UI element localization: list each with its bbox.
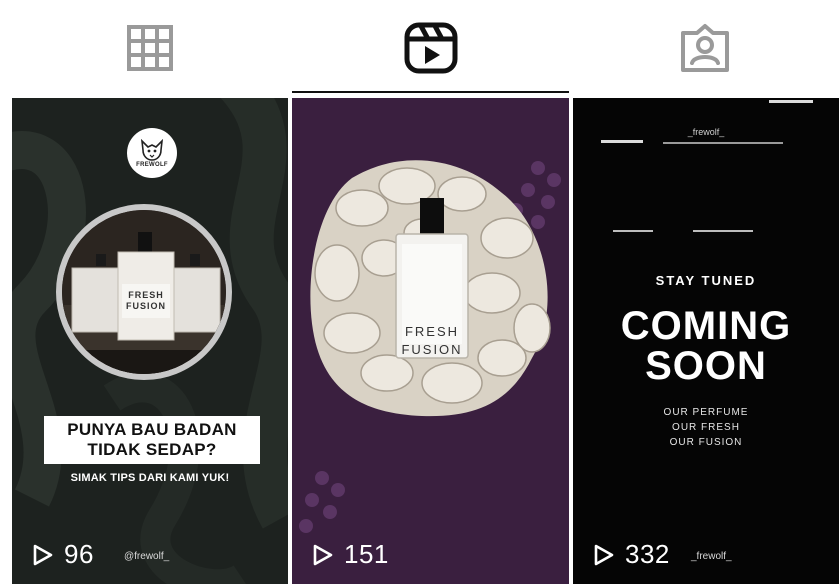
play-count-value: 96 (64, 539, 94, 569)
play-count-value: 151 (344, 539, 389, 569)
profile-tab-bar (0, 0, 839, 96)
play-count: 96 (32, 539, 94, 570)
reel-tile[interactable]: FRESH FUSION 151 (292, 98, 569, 584)
tab-reels[interactable] (292, 0, 569, 96)
play-icon (33, 544, 53, 565)
headline-box: PUNYA BAU BADAN TIDAK SEDAP? (44, 416, 260, 464)
account-handle: @frewolf_ (124, 551, 170, 562)
account-handle: _frewolf_ (691, 551, 732, 562)
brand-logo: FREWOLF (127, 128, 177, 178)
active-tab-indicator (292, 91, 569, 93)
tagged-icon (680, 24, 729, 72)
play-count: 151 (312, 539, 389, 570)
coming-text: COMING (620, 304, 792, 348)
tagline-3: OUR FUSION (669, 437, 743, 448)
reel-tile[interactable]: _frewolf_ STAY TUNED COMING SOON OUR PER… (573, 98, 839, 584)
tab-posts-grid[interactable] (8, 0, 291, 96)
reels-icon (404, 22, 457, 74)
brand-name: FREWOLF (136, 161, 168, 168)
soon-text: SOON (645, 344, 767, 388)
headline-line-2: TIDAK SEDAP? (87, 440, 217, 459)
tagline-2: OUR FRESH (672, 422, 740, 433)
play-count-value: 332 (625, 539, 670, 569)
tab-tagged[interactable] (570, 0, 839, 96)
bottle-label-line-2: FUSION (401, 342, 463, 357)
bottle-label-line-1: FRESH (404, 324, 460, 339)
play-icon (594, 544, 614, 565)
product-photo: FRESH FUSION (56, 204, 232, 380)
pebble-perfume-image (292, 98, 569, 584)
headline-line-1: PUNYA BAU BADAN (67, 420, 237, 439)
grid-icon (126, 25, 173, 71)
reel-tile[interactable]: FREWOLF FRESH FUSION PUNYA BAU BADAN TID… (12, 98, 288, 584)
account-handle-top: _frewolf_ (687, 127, 725, 137)
stay-tuned-text: STAY TUNED (655, 273, 757, 288)
wolf-icon (140, 138, 164, 161)
subheadline: SIMAK TIPS DARI KAMI YUK! (70, 472, 230, 484)
play-icon (313, 544, 333, 565)
bottle-label: FRESH FUSION (125, 290, 166, 311)
tagline-1: OUR PERFUME (663, 407, 749, 418)
play-count: 332 (593, 539, 670, 570)
reels-grid: FREWOLF FRESH FUSION PUNYA BAU BADAN TID… (12, 98, 839, 584)
